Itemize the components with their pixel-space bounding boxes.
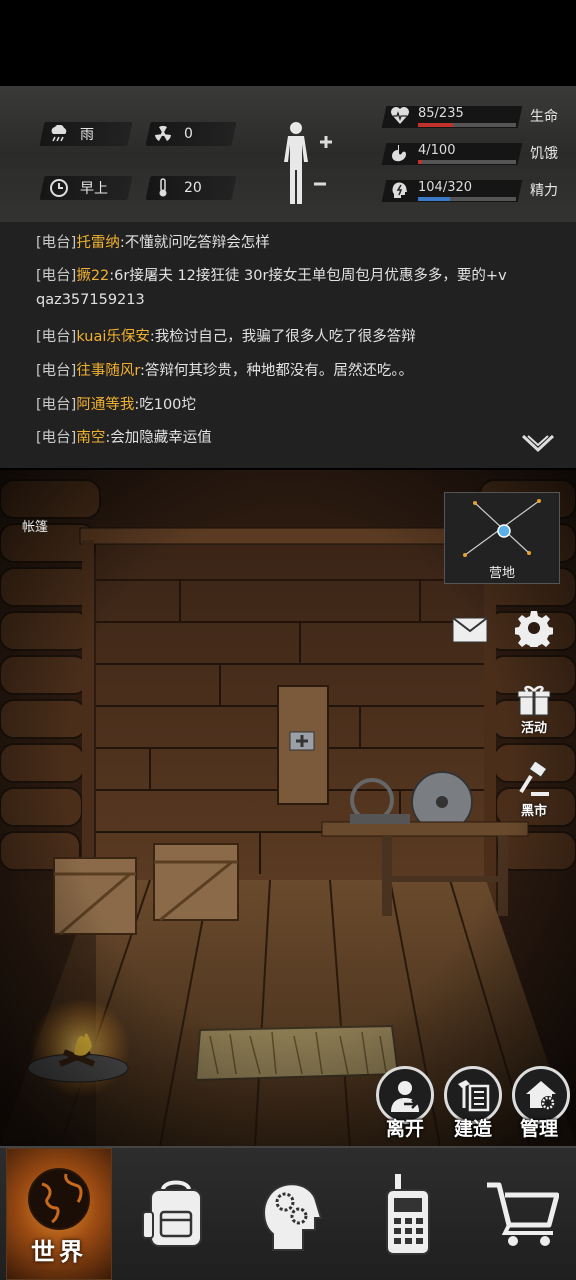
nav-backpack-tab[interactable] bbox=[128, 1148, 224, 1280]
chat-line: [电台]南空:会加隐藏幸运值 bbox=[36, 430, 212, 446]
stomach-icon bbox=[390, 143, 412, 165]
energy-bar bbox=[418, 197, 516, 201]
hunger-value: 4/100 bbox=[418, 143, 456, 158]
chat-line: qaz357159213 bbox=[36, 292, 145, 308]
radiation-chip: 0 bbox=[145, 122, 237, 146]
weather-label: 雨 bbox=[80, 127, 94, 143]
mail-icon[interactable] bbox=[450, 610, 490, 650]
hunger-label: 饥饿 bbox=[530, 146, 558, 162]
gift-icon[interactable] bbox=[514, 680, 554, 720]
chat-line: [电台]撅22:6r接屠夫 12接狂徒 30r接女王单包周包月优惠多多，要的+v bbox=[36, 268, 507, 284]
nav-shop-tab[interactable] bbox=[472, 1148, 572, 1280]
health-label: 生命 bbox=[530, 109, 558, 125]
rain-cloud-icon bbox=[48, 123, 70, 145]
health-stat: 85/235 生命 bbox=[381, 104, 574, 130]
nav-radio-tab[interactable] bbox=[360, 1148, 456, 1280]
time-label: 早上 bbox=[80, 181, 108, 197]
clock-icon bbox=[48, 177, 70, 199]
minimap-label: 营地 bbox=[488, 566, 515, 581]
radiation-value: 0 bbox=[184, 126, 193, 142]
cart-icon bbox=[487, 1182, 559, 1246]
energy-label: 精力 bbox=[530, 183, 558, 199]
chevron-down-icon[interactable] bbox=[520, 432, 556, 458]
globe-icon bbox=[28, 1168, 90, 1230]
energy-head-icon bbox=[390, 180, 412, 202]
chat-line: [电台]阿通等我:吃100坨 bbox=[36, 397, 196, 413]
health-bar bbox=[418, 123, 516, 127]
gavel-icon[interactable] bbox=[514, 760, 554, 800]
weather-chip: 雨 bbox=[39, 122, 133, 146]
temperature-value: 20 bbox=[184, 180, 202, 196]
backpack-icon bbox=[142, 1180, 202, 1247]
chat-line: [电台]托雷纳:不懂就问吃答辩会怎样 bbox=[36, 235, 270, 251]
manage-label[interactable]: 管理 bbox=[504, 1114, 574, 1141]
black-market-label[interactable]: 黑市 bbox=[512, 800, 556, 819]
thermometer-icon bbox=[152, 177, 174, 199]
exit-person-icon bbox=[391, 1081, 419, 1112]
hunger-stat: 4/100 饥饿 bbox=[381, 141, 574, 167]
map-icon bbox=[463, 499, 541, 557]
heart-pulse-icon bbox=[390, 106, 412, 128]
body-figure-icon[interactable] bbox=[276, 118, 336, 208]
head-gears-icon bbox=[263, 1183, 323, 1251]
nav-world-label[interactable]: 世界 bbox=[6, 1232, 112, 1267]
chat-line: [电台]往事随风r:答辩何其珍贵，种地都没有。居然还吃。。 bbox=[36, 363, 414, 379]
minimap[interactable]: 营地 bbox=[444, 492, 560, 584]
house-gear-icon bbox=[526, 1081, 556, 1110]
health-value: 85/235 bbox=[418, 106, 464, 121]
radiation-icon bbox=[152, 123, 174, 145]
radio-icon bbox=[386, 1174, 430, 1255]
energy-value: 104/320 bbox=[418, 180, 473, 195]
leave-label[interactable]: 离开 bbox=[370, 1114, 440, 1141]
events-label[interactable]: 活动 bbox=[512, 717, 556, 736]
nav-character-tab[interactable] bbox=[244, 1148, 340, 1280]
hunger-bar bbox=[418, 160, 516, 164]
time-chip: 早上 bbox=[39, 176, 133, 200]
energy-stat: 104/320 精力 bbox=[381, 178, 574, 204]
chat-line: [电台]kuai乐保安:我检讨自己，我骗了很多人吃了很多答辩 bbox=[36, 329, 416, 345]
temperature-chip: 20 bbox=[145, 176, 237, 200]
build-label[interactable]: 建造 bbox=[438, 1114, 508, 1141]
hammer-building-icon bbox=[458, 1080, 490, 1112]
location-label: 帐篷 bbox=[22, 520, 49, 535]
gear-icon[interactable] bbox=[514, 608, 554, 648]
